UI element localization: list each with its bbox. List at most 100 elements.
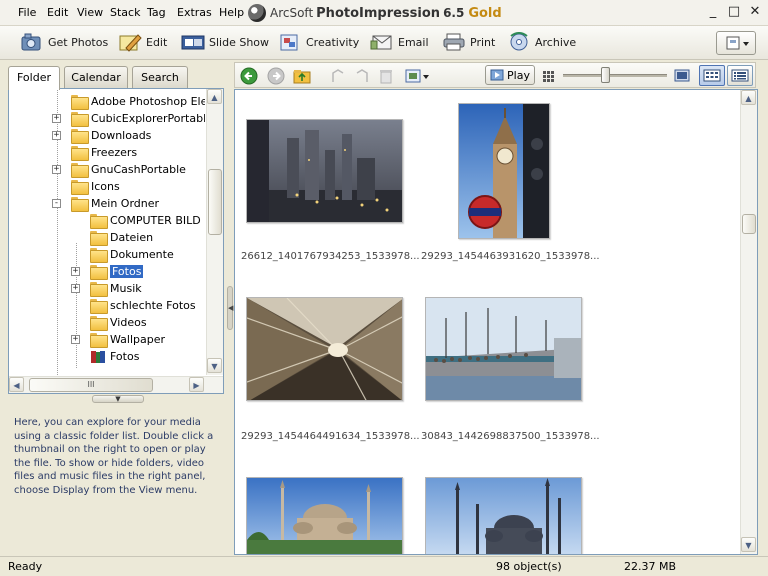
tree-item[interactable]: schlechte Fotos	[90, 297, 196, 314]
thumbnail-city-night[interactable]	[246, 119, 403, 223]
slideshow-button[interactable]: Slide Show	[181, 30, 269, 54]
thumbnail-caption: 29293_1454464491634_1533978...	[241, 431, 420, 442]
panel-divider[interactable]: ◀	[226, 60, 234, 556]
panel-splitter-handle[interactable]: ▼	[92, 395, 144, 403]
tree-item[interactable]: Freezers	[71, 144, 137, 161]
folder-icon	[71, 163, 89, 178]
small-thumbnails-icon[interactable]	[541, 68, 559, 86]
thumbnail-escalator[interactable]	[246, 297, 403, 401]
print-button[interactable]: Print	[442, 30, 495, 54]
print-label: Print	[470, 35, 496, 49]
get-photos-button[interactable]: Get Photos	[20, 30, 108, 54]
tree-item[interactable]: + Musik	[71, 280, 142, 297]
tree-item[interactable]: + GnuCashPortable	[52, 161, 186, 178]
close-button[interactable]: ✕	[746, 3, 764, 21]
menu-stack[interactable]: Stack	[110, 6, 140, 19]
expand-toggle[interactable]: +	[71, 284, 80, 293]
folder-icon	[90, 316, 108, 331]
rotate-left-icon[interactable]	[329, 67, 347, 85]
collapse-panel-icon[interactable]: ◀	[227, 286, 233, 330]
archive-button[interactable]: Archive	[507, 30, 576, 54]
thumbnail-big-ben[interactable]	[458, 103, 550, 239]
status-object-count: 98 object(s)	[496, 560, 562, 573]
tree-item-selected[interactable]: + Fotos	[71, 263, 144, 280]
thumbnail-vertical-scrollbar[interactable]: ▲ ▼	[740, 90, 757, 554]
thumbnail-view-button[interactable]	[699, 65, 725, 86]
tree-item[interactable]: Icons	[71, 178, 120, 195]
thumbnail-vscroll-thumb[interactable]	[742, 214, 756, 234]
scroll-up-arrow-icon[interactable]: ▲	[207, 89, 222, 104]
status-ready: Ready	[8, 560, 43, 573]
tree-vscroll-thumb[interactable]	[208, 169, 222, 235]
menu-extras[interactable]: Extras	[177, 6, 212, 19]
minimize-button[interactable]: _	[704, 3, 722, 21]
expand-toggle[interactable]: +	[52, 114, 61, 123]
folder-up-icon[interactable]	[293, 67, 311, 85]
email-icon	[370, 32, 394, 52]
expand-toggle[interactable]: +	[52, 131, 61, 140]
large-thumbnails-icon[interactable]	[673, 67, 691, 85]
get-photos-label: Get Photos	[48, 35, 109, 49]
scroll-left-arrow-icon[interactable]: ◀	[9, 377, 24, 392]
thumbnail-size-slider[interactable]	[563, 74, 667, 77]
rotate-right-icon[interactable]	[353, 67, 371, 85]
delete-icon[interactable]	[377, 67, 395, 85]
tab-search[interactable]: Search	[132, 66, 188, 88]
tree-hscroll-thumb[interactable]: III	[29, 378, 153, 392]
tree-horizontal-scrollbar[interactable]: ◀ III ▶	[9, 376, 223, 393]
main-toolbar: Get Photos Edit Slide Show Creativity Em…	[0, 26, 768, 60]
menu-file[interactable]: File	[18, 6, 36, 19]
menu-edit[interactable]: Edit	[47, 6, 68, 19]
creativity-button[interactable]: Creativity	[278, 30, 359, 54]
tab-calendar[interactable]: Calendar	[64, 66, 128, 88]
tree-item[interactable]: Dokumente	[90, 246, 174, 263]
tree-item[interactable]: Dateien	[90, 229, 153, 246]
thumbnail-size-slider-thumb[interactable]	[601, 67, 610, 83]
menu-view[interactable]: View	[77, 6, 103, 19]
layout-menu-button[interactable]	[716, 31, 756, 55]
play-label: Play	[507, 68, 530, 82]
back-arrow-icon[interactable]	[240, 67, 258, 85]
scroll-right-arrow-icon[interactable]: ▶	[189, 377, 204, 392]
expand-toggle[interactable]: +	[52, 165, 61, 174]
thumbnail-mosque-1[interactable]	[246, 477, 403, 554]
scroll-down-arrow-icon[interactable]: ▼	[207, 358, 222, 373]
tree-item[interactable]: Fotos	[90, 348, 139, 365]
folder-icon	[71, 95, 89, 110]
app-brand: ArcSoft	[270, 6, 314, 20]
archive-label: Archive	[535, 35, 577, 49]
tree-item[interactable]: + Wallpaper	[71, 331, 165, 348]
tree-item[interactable]: COMPUTER BILD Lo	[90, 212, 205, 229]
tab-folder[interactable]: Folder	[8, 66, 60, 90]
edit-button[interactable]: Edit	[118, 30, 167, 54]
folder-icon	[90, 248, 108, 263]
maximize-button[interactable]: □	[725, 3, 743, 21]
display-menu-icon[interactable]	[405, 67, 431, 85]
collapse-toggle[interactable]: -	[52, 199, 61, 208]
forward-arrow-icon[interactable]	[267, 67, 285, 85]
scroll-down-arrow-icon[interactable]: ▼	[741, 537, 756, 552]
play-button[interactable]: Play	[485, 65, 535, 85]
expand-toggle[interactable]: +	[71, 267, 80, 276]
details-view-button[interactable]	[727, 65, 753, 86]
thumbnail-mosque-2[interactable]	[425, 477, 582, 554]
expand-toggle[interactable]: +	[71, 335, 80, 344]
thumbnail-grid: 26612_1401767934253_1533978... 29293_145…	[234, 89, 758, 555]
menu-help[interactable]: Help	[219, 6, 244, 19]
tree-item[interactable]: - Mein Ordner	[52, 195, 159, 212]
email-label: Email	[398, 35, 429, 49]
tree-item[interactable]: + CubicExplorerPortable	[52, 110, 205, 127]
tree-item[interactable]: Adobe Photoshop Elem	[71, 93, 205, 110]
scroll-up-arrow-icon[interactable]: ▲	[741, 90, 756, 105]
folder-icon	[71, 146, 89, 161]
email-button[interactable]: Email	[370, 30, 429, 54]
tree-item[interactable]: + Downloads	[52, 127, 151, 144]
thumbnail-caption: 30843_1442698837500_1533978...	[421, 431, 600, 442]
tree-vertical-scrollbar[interactable]: ▲ ▼	[206, 89, 223, 375]
tree-item[interactable]: Videos	[90, 314, 147, 331]
thumbnail-bridge[interactable]	[425, 297, 582, 401]
menu-tag[interactable]: Tag	[147, 6, 166, 19]
app-product: PhotoImpression	[316, 5, 441, 21]
folder-tree-panel: Adobe Photoshop Elem + CubicExplorerPort…	[8, 88, 224, 394]
slideshow-icon	[181, 32, 205, 52]
